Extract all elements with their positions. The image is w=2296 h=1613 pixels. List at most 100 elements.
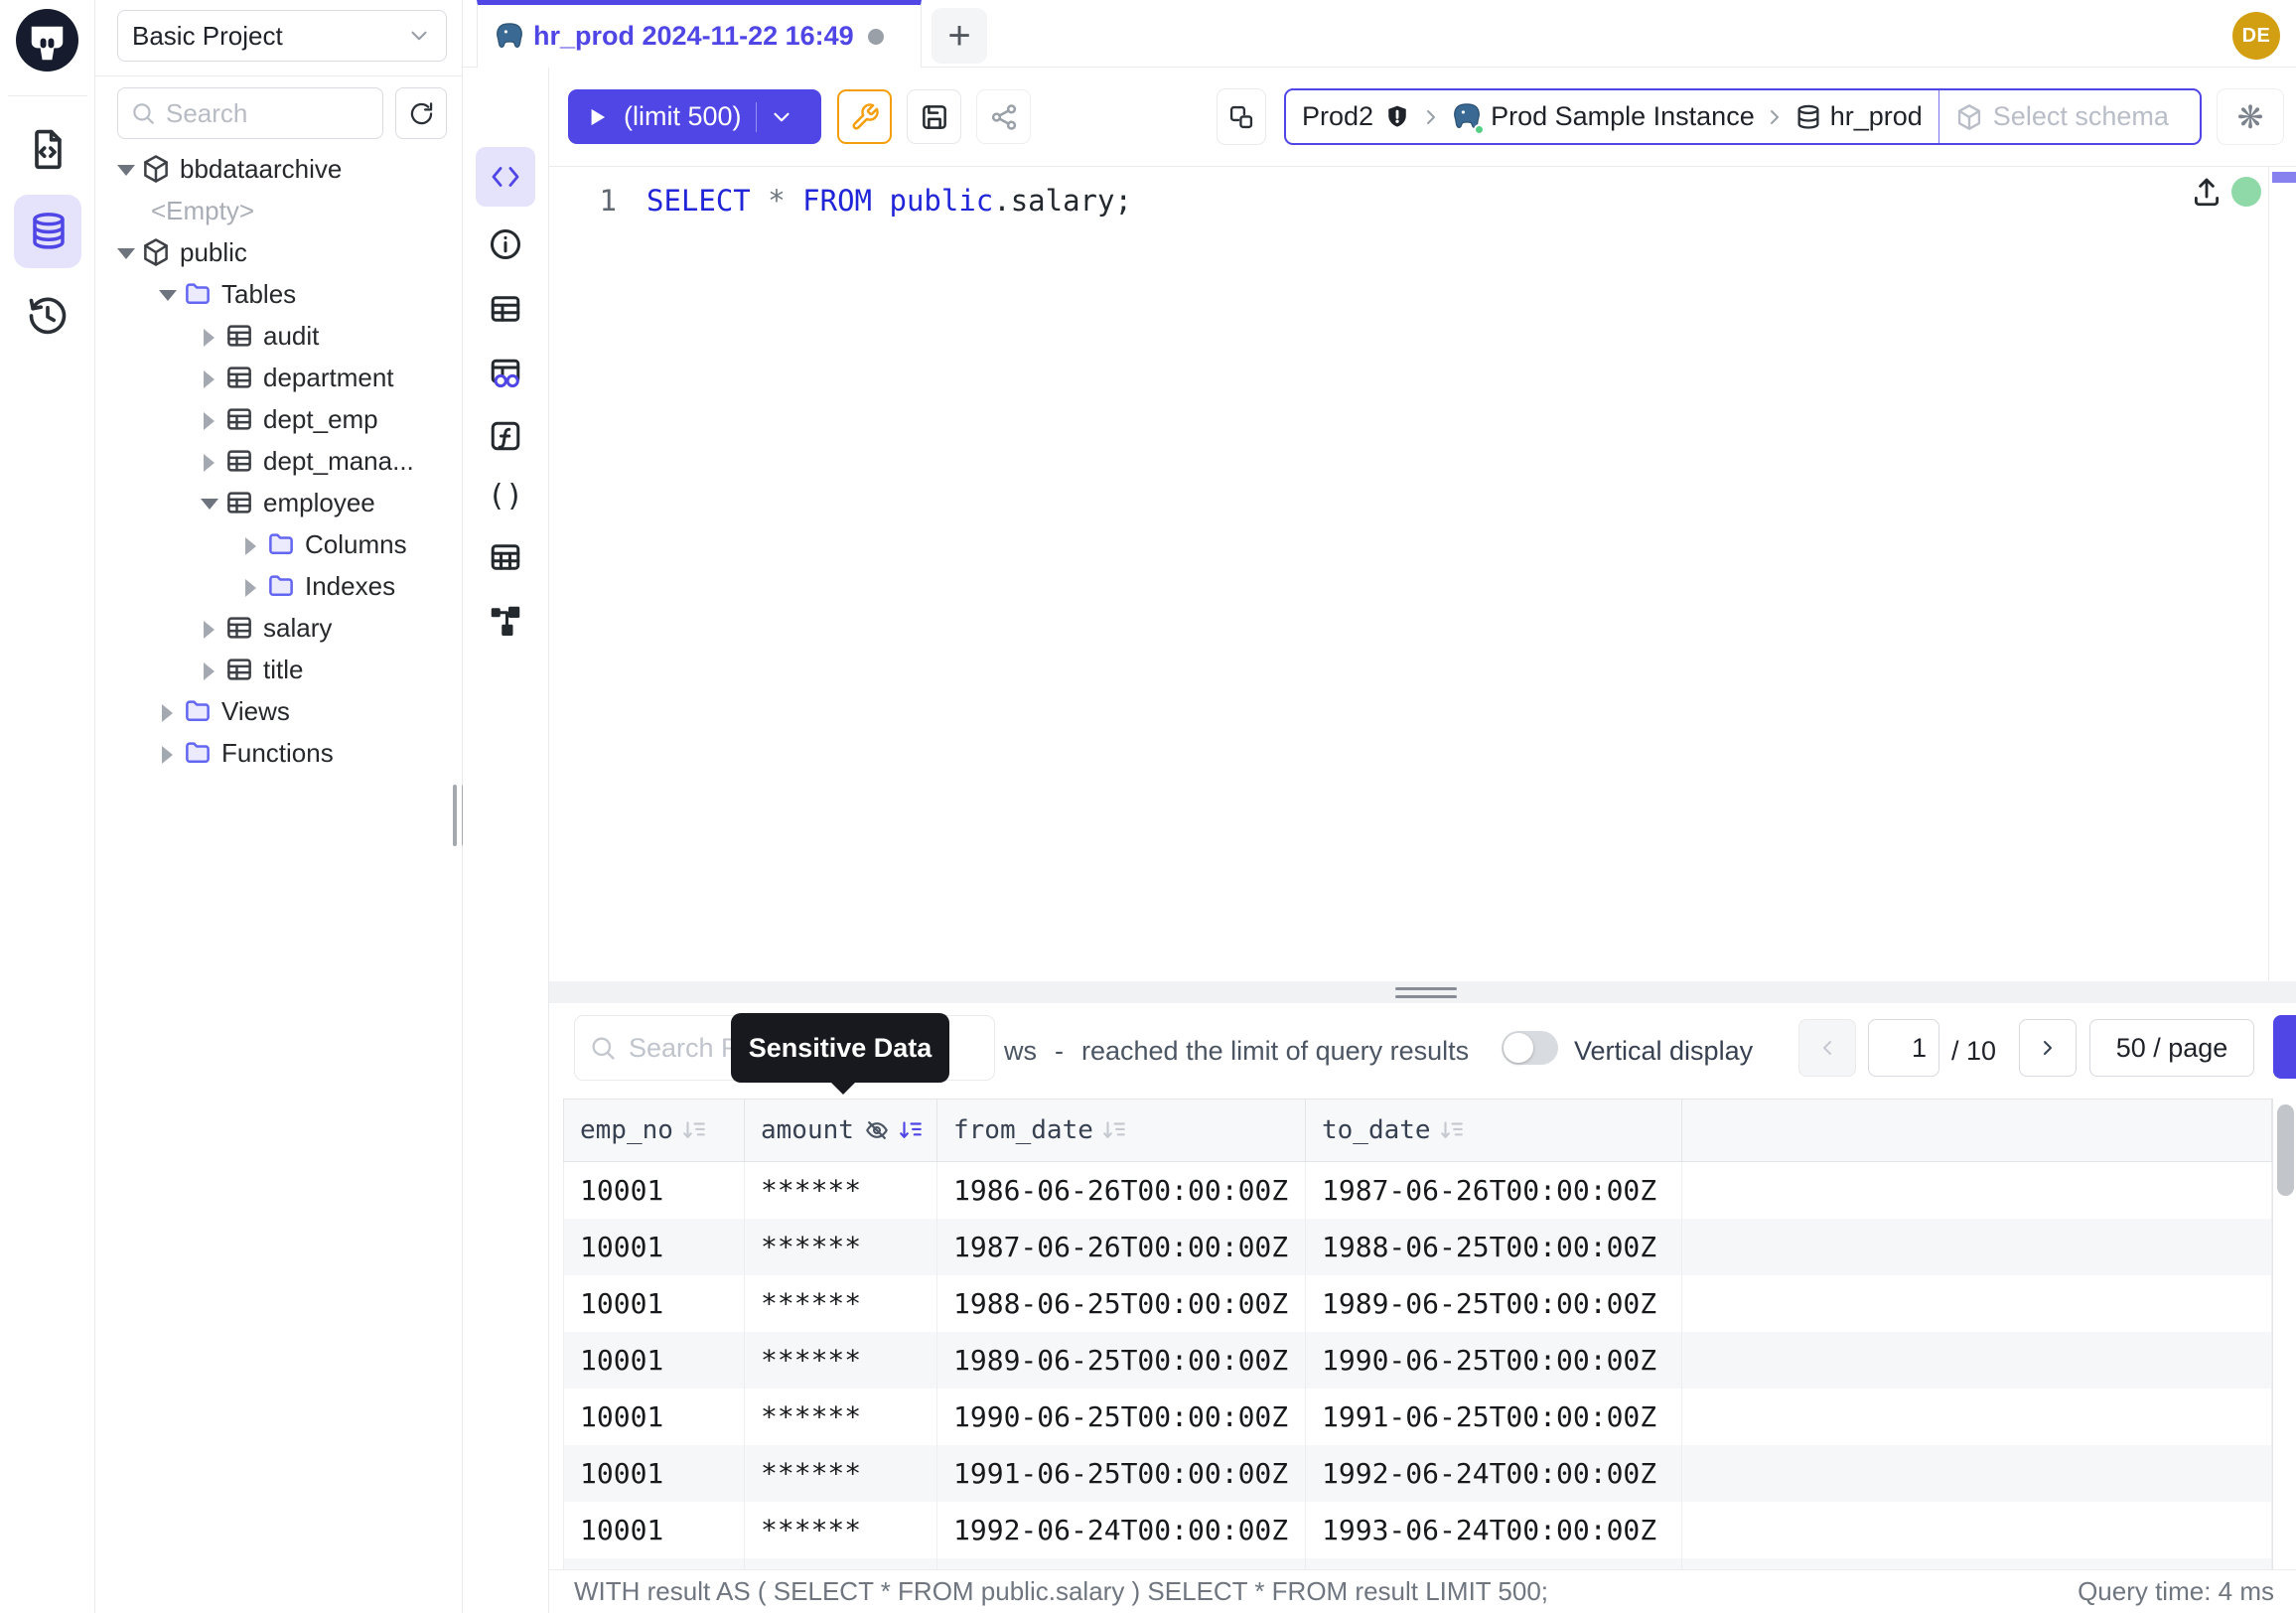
panel-resize-gutter[interactable] (549, 981, 2296, 1003)
caret-right-icon[interactable] (159, 704, 173, 718)
table-cell[interactable]: 1993-06-24T00:00:00Z (1306, 1502, 1682, 1558)
tab-active[interactable]: hr_prod 2024-11-22 16:49 (477, 0, 922, 68)
share-button[interactable] (976, 89, 1031, 144)
upload-icon[interactable] (2190, 175, 2224, 209)
project-select[interactable]: Basic Project (117, 10, 447, 62)
tree-item-tables[interactable]: Tables (95, 273, 463, 315)
table-cell[interactable]: 1994-06-24T00:00:00Z (1306, 1558, 1682, 1569)
table-row[interactable]: 10001******1993-06-24T00:00:00Z1994-06-2… (563, 1558, 2272, 1569)
tree-item-salary[interactable]: salary (95, 607, 463, 649)
sort-icon[interactable] (1101, 1117, 1127, 1143)
caret-right-icon[interactable] (242, 579, 256, 593)
info-panel-button[interactable] (476, 215, 535, 274)
table-cell[interactable]: 10001 (564, 1558, 745, 1569)
column-header-amount[interactable]: amount (745, 1100, 937, 1161)
connection-button[interactable] (1217, 88, 1266, 145)
format-sql-button[interactable] (837, 89, 892, 144)
table-cell[interactable]: 10001 (564, 1502, 745, 1558)
caret-down-icon[interactable] (117, 245, 131, 259)
external-tables-panel-button[interactable] (476, 527, 535, 587)
sort-icon[interactable] (1439, 1117, 1465, 1143)
panel-resize-handle[interactable] (1395, 987, 1457, 1003)
add-tab-button[interactable]: + (932, 8, 987, 64)
table-row[interactable]: 10001******1992-06-24T00:00:00Z1993-06-2… (563, 1502, 2272, 1558)
table-cell[interactable] (1682, 1502, 2272, 1558)
table-cell[interactable]: 1993-06-24T00:00:00Z (937, 1558, 1306, 1569)
table-cell[interactable]: 10001 (564, 1332, 745, 1389)
masked-data-panel-button[interactable] (476, 344, 535, 403)
caret-down-icon[interactable] (117, 162, 131, 176)
table-cell[interactable]: ****** (745, 1389, 937, 1445)
functions-panel-button[interactable] (476, 406, 535, 466)
table-cell[interactable]: 1986-06-26T00:00:00Z (937, 1162, 1306, 1219)
caret-right-icon[interactable] (201, 412, 215, 426)
table-cell[interactable]: 1990-06-25T00:00:00Z (1306, 1332, 1682, 1389)
table-cell[interactable]: 1987-06-26T00:00:00Z (937, 1219, 1306, 1275)
table-cell[interactable] (1682, 1389, 2272, 1445)
page-size-select[interactable]: 50 / page (2089, 1019, 2254, 1077)
refresh-button[interactable] (395, 87, 447, 139)
table-cell[interactable]: ****** (745, 1332, 937, 1389)
export-button[interactable] (2273, 1015, 2296, 1079)
tree-item-bbdataarchive[interactable]: bbdataarchive (95, 148, 463, 190)
column-header-from_date[interactable]: from_date (937, 1100, 1306, 1161)
table-cell[interactable] (1682, 1275, 2272, 1332)
table-row[interactable]: 10001******1989-06-25T00:00:00Z1990-06-2… (563, 1332, 2272, 1389)
table-cell[interactable]: ****** (745, 1445, 937, 1502)
caret-right-icon[interactable] (201, 662, 215, 676)
caret-right-icon[interactable] (201, 329, 215, 343)
caret-right-icon[interactable] (201, 454, 215, 468)
table-cell[interactable]: ****** (745, 1502, 937, 1558)
schema-select[interactable]: Select schema (1939, 90, 2185, 143)
tree-item-dept-emp[interactable]: dept_emp (95, 398, 463, 440)
code-panel-button[interactable] (476, 147, 535, 207)
history-icon[interactable] (26, 294, 70, 338)
run-query-button[interactable]: (limit 500) (568, 89, 821, 144)
caret-right-icon[interactable] (159, 746, 173, 760)
sidebar-search[interactable] (117, 87, 383, 139)
caret-right-icon[interactable] (201, 370, 215, 384)
vertical-display-toggle[interactable] (1502, 1031, 1558, 1065)
tree-item-dept-mana-[interactable]: dept_mana... (95, 440, 463, 482)
table-cell[interactable]: 1992-06-24T00:00:00Z (937, 1502, 1306, 1558)
table-cell[interactable]: 1992-06-24T00:00:00Z (1306, 1445, 1682, 1502)
tree-item-functions[interactable]: Functions (95, 732, 463, 774)
caret-down-icon[interactable] (201, 496, 215, 510)
tree-item-employee[interactable]: employee (95, 482, 463, 523)
column-header-emp_no[interactable]: emp_no (564, 1100, 745, 1161)
bytebase-logo-icon[interactable] (16, 9, 78, 72)
table-row[interactable]: 10001******1987-06-26T00:00:00Z1988-06-2… (563, 1219, 2272, 1275)
breadcrumb-connection-segment[interactable]: Prod2 Prod Sample Instance hr_prod (1286, 90, 1938, 143)
table-cell[interactable]: 10001 (564, 1445, 745, 1502)
table-cell[interactable]: 1991-06-25T00:00:00Z (937, 1445, 1306, 1502)
table-cell[interactable]: 10001 (564, 1275, 745, 1332)
table-cell[interactable]: 1988-06-25T00:00:00Z (937, 1275, 1306, 1332)
column-header-empty[interactable] (1682, 1100, 2272, 1161)
prev-page-button[interactable] (1798, 1019, 1856, 1077)
chevron-down-icon[interactable] (769, 104, 794, 130)
table-row[interactable]: 10001******1990-06-25T00:00:00Z1991-06-2… (563, 1389, 2272, 1445)
table-cell[interactable] (1682, 1445, 2272, 1502)
table-cell[interactable]: 1990-06-25T00:00:00Z (937, 1389, 1306, 1445)
table-scrollbar-thumb[interactable] (2277, 1104, 2294, 1196)
sort-icon[interactable] (681, 1117, 707, 1143)
caret-right-icon[interactable] (201, 621, 215, 635)
table-cell[interactable]: 10001 (564, 1162, 745, 1219)
tree-item--empty-[interactable]: <Empty> (95, 190, 463, 231)
caret-down-icon[interactable] (159, 287, 173, 301)
tree-item-public[interactable]: public (95, 231, 463, 273)
table-cell[interactable]: ****** (745, 1275, 937, 1332)
tree-item-views[interactable]: Views (95, 690, 463, 732)
table-row[interactable]: 10001******1986-06-26T00:00:00Z1987-06-2… (563, 1162, 2272, 1219)
tree-item-indexes[interactable]: Indexes (95, 565, 463, 607)
tables-panel-button[interactable] (476, 279, 535, 339)
tree-item-title[interactable]: title (95, 649, 463, 690)
table-cell[interactable]: 1988-06-25T00:00:00Z (1306, 1219, 1682, 1275)
schema-diagram-panel-button[interactable] (476, 591, 535, 651)
table-row[interactable]: 10001******1991-06-25T00:00:00Z1992-06-2… (563, 1445, 2272, 1502)
table-cell[interactable]: 10001 (564, 1389, 745, 1445)
column-header-to_date[interactable]: to_date (1306, 1100, 1682, 1161)
user-avatar[interactable]: DE (2232, 12, 2280, 60)
table-cell[interactable]: ****** (745, 1162, 937, 1219)
table-cell[interactable] (1682, 1219, 2272, 1275)
